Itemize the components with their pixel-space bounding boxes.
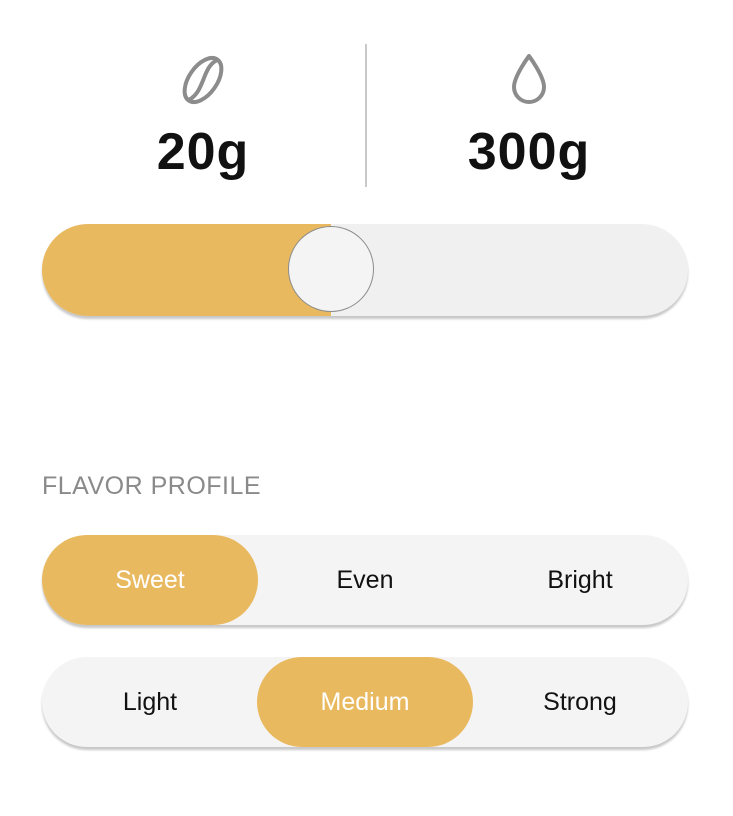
strength-option-light[interactable]: Light (42, 657, 258, 747)
coffee-bean-icon (182, 56, 224, 104)
coffee-amount[interactable]: 20g (40, 40, 366, 190)
flavor-profile-title: FLAVOR PROFILE (42, 472, 262, 500)
brew-amounts: 20g 300g (40, 40, 692, 190)
strength-option-medium[interactable]: Medium (257, 657, 473, 747)
water-drop-icon (512, 54, 546, 104)
ratio-slider-thumb[interactable] (288, 226, 375, 312)
strength-segmented-control: Light Medium Strong (42, 657, 688, 747)
water-amount-value: 300g (467, 123, 591, 181)
taste-option-bright[interactable]: Bright (472, 535, 688, 625)
ratio-slider[interactable] (42, 224, 688, 316)
strength-option-strong[interactable]: Strong (472, 657, 688, 747)
taste-option-sweet[interactable]: Sweet (42, 535, 258, 625)
water-amount[interactable]: 300g (366, 40, 692, 190)
taste-option-even[interactable]: Even (257, 535, 473, 625)
coffee-amount-value: 20g (156, 123, 250, 181)
taste-segmented-control: Sweet Even Bright (42, 535, 688, 625)
